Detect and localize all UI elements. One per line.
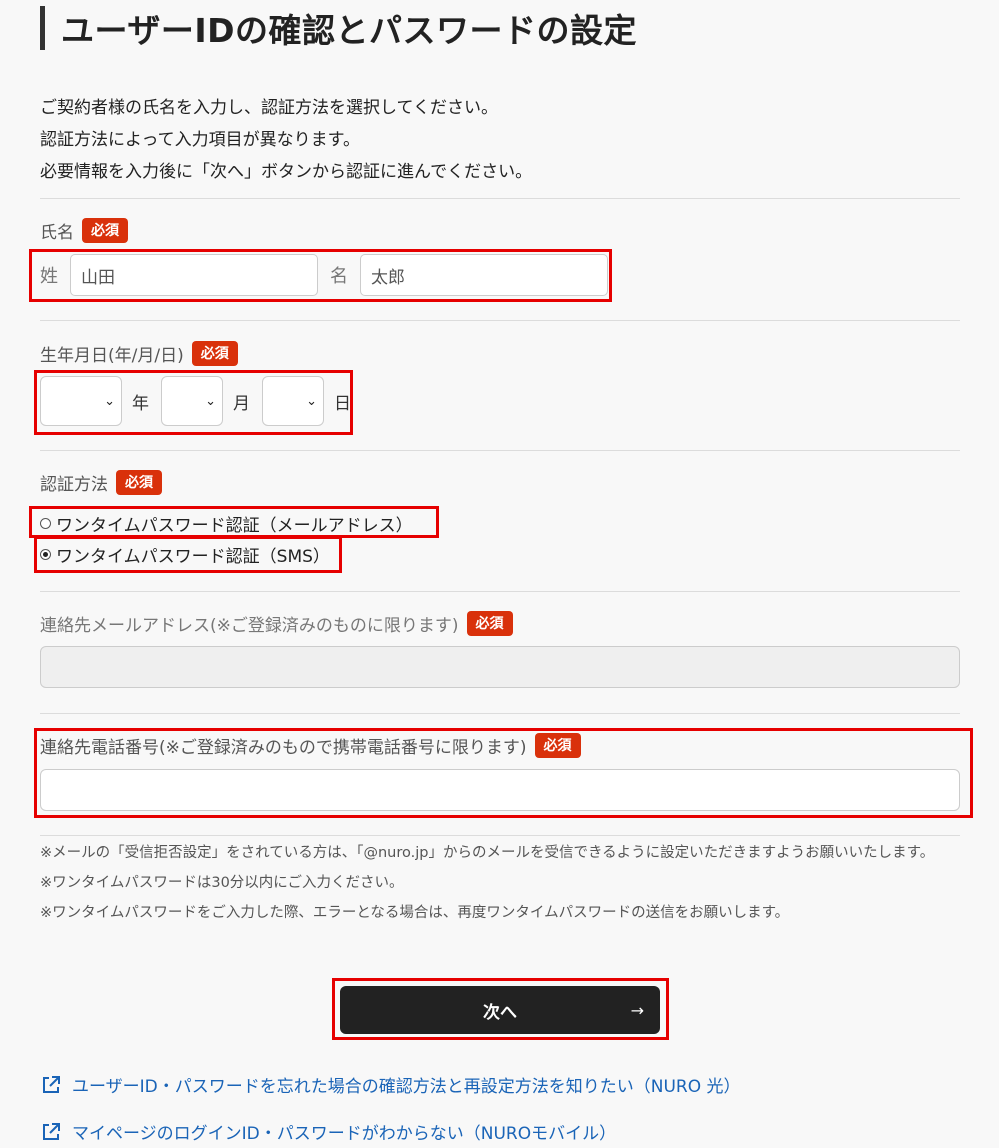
birth-year-select[interactable]: ⌄: [40, 376, 122, 426]
email-label: 連絡先メールアドレス(※ご登録済みのものに限ります) 必須: [40, 611, 513, 636]
divider: [40, 713, 960, 714]
name-row: 姓 山田 名 太郎: [40, 254, 608, 296]
auth-option-sms-label: ワンタイムパスワード認証（SMS）: [56, 547, 330, 567]
auth-method-label: 認証方法 必須: [40, 470, 162, 495]
intro-line: 認証方法によって入力項目が異なります。: [40, 130, 360, 150]
dob-label: 生年月日(年/月/日) 必須: [40, 341, 238, 366]
chevron-down-icon: ⌄: [306, 393, 317, 409]
note-item: ※ワンタイムパスワードをご入力した際、エラーとなる場合は、再度ワンタイムパスワー…: [40, 905, 790, 921]
forgot-credentials-link-label: ユーザーID・パスワードを忘れた場合の確認方法と再設定方法を知りたい（NURO …: [72, 1077, 741, 1097]
radio-button[interactable]: [40, 518, 51, 529]
day-unit-label: 日: [334, 393, 351, 414]
required-badge: 必須: [82, 218, 128, 243]
last-name-input[interactable]: 山田: [70, 254, 318, 296]
intro-text: ご契約者様の氏名を入力し、認証方法を選択してください。 認証方法によって入力項目…: [40, 92, 532, 188]
intro-line: ご契約者様の氏名を入力し、認証方法を選択してください。: [40, 98, 498, 118]
mypage-login-help-link-label: マイページのログインID・パスワードがわからない（NUROモバイル）: [72, 1124, 617, 1144]
next-button[interactable]: 次へ →: [340, 986, 660, 1034]
mypage-login-help-link[interactable]: マイページのログインID・パスワードがわからない（NUROモバイル）: [40, 1119, 616, 1144]
month-unit-label: 月: [233, 393, 250, 414]
required-badge: 必須: [191, 341, 238, 366]
required-badge: 必須: [466, 611, 513, 636]
external-link-icon: [43, 1075, 60, 1093]
last-name-label: 姓: [40, 266, 58, 287]
arrow-right-icon: →: [630, 1000, 644, 1020]
phone-label: 連絡先電話番号(※ご登録済みのもので携帯電話番号に限ります) 必須: [40, 733, 581, 758]
title-accent-bar: [40, 6, 45, 50]
page-title: ユーザーIDの確認とパスワードの設定: [61, 11, 638, 50]
auth-option-email-label: ワンタイムパスワード認証（メールアドレス）: [56, 516, 413, 536]
first-name-input[interactable]: 太郎: [360, 254, 608, 296]
chevron-down-icon: ⌄: [104, 393, 115, 409]
next-button-label: 次へ: [483, 1002, 517, 1023]
required-badge: 必須: [534, 733, 581, 758]
page-heading: ユーザーIDの確認とパスワードの設定: [40, 6, 637, 50]
radio-button-selected[interactable]: [40, 549, 51, 560]
divider: [40, 320, 960, 321]
auth-option-email[interactable]: ワンタイムパスワード認証（メールアドレス）: [40, 511, 413, 536]
divider: [40, 198, 960, 199]
note-item: ※ワンタイムパスワードは30分以内にご入力ください。: [40, 875, 404, 891]
divider: [40, 450, 960, 451]
notes: ※メールの「受信拒否設定」をされている方は、「@nuro.jp」からのメールを受…: [40, 838, 960, 928]
external-link-icon: [43, 1122, 60, 1140]
email-input[interactable]: [40, 646, 960, 688]
divider: [40, 835, 960, 836]
chevron-down-icon: ⌄: [205, 393, 216, 409]
phone-input[interactable]: [40, 769, 960, 811]
required-badge: 必須: [116, 470, 162, 495]
year-unit-label: 年: [132, 393, 149, 414]
note-item: ※メールの「受信拒否設定」をされている方は、「@nuro.jp」からのメールを受…: [40, 845, 935, 861]
auth-option-sms[interactable]: ワンタイムパスワード認証（SMS）: [40, 542, 330, 567]
dob-row: ⌄ 年 ⌄ 月 ⌄ 日: [40, 376, 363, 426]
birth-day-select[interactable]: ⌄: [262, 376, 324, 426]
name-label: 氏名 必須: [40, 218, 128, 243]
page: ユーザーIDの確認とパスワードの設定 ご契約者様の氏名を入力し、認証方法を選択し…: [0, 0, 999, 1148]
first-name-label: 名: [330, 266, 348, 287]
intro-line: 必要情報を入力後に「次へ」ボタンから認証に進んでください。: [40, 162, 533, 182]
divider: [40, 591, 960, 592]
birth-month-select[interactable]: ⌄: [161, 376, 223, 426]
forgot-credentials-link[interactable]: ユーザーID・パスワードを忘れた場合の確認方法と再設定方法を知りたい（NURO …: [40, 1072, 741, 1097]
